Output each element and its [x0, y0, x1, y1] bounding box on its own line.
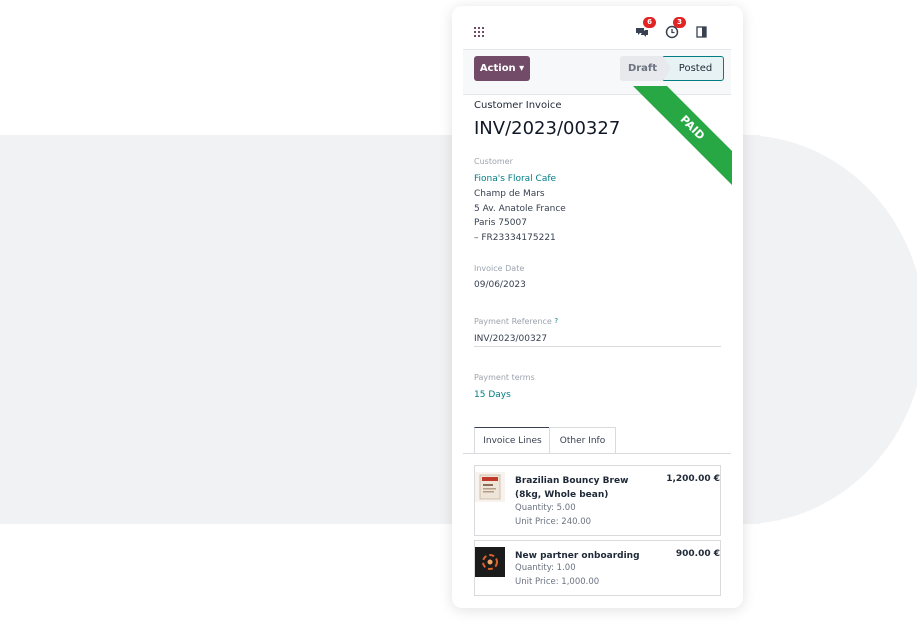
clock-icon[interactable]: 3 [665, 17, 686, 39]
payment-reference-underline [474, 346, 721, 347]
side-panel-icon[interactable] [695, 24, 709, 38]
paid-ribbon: PAID [632, 86, 732, 186]
navbar: 6 3 [452, 6, 743, 50]
status-posted[interactable]: Posted [663, 56, 724, 81]
invoice-type: Customer Invoice [474, 100, 562, 111]
tab-other-info[interactable]: Other Info [549, 427, 616, 453]
help-icon[interactable]: ? [554, 317, 558, 325]
payment-terms-label: Payment terms [474, 373, 535, 382]
chat-badge: 6 [643, 17, 656, 28]
mobile-frame: 6 3 Action ▾ Draft Posted PAID Customer … [452, 6, 743, 608]
payment-reference-label: Payment Reference ? [474, 317, 558, 326]
product-image [475, 472, 505, 502]
line-product-name: New partner onboarding [515, 551, 640, 561]
status-arrow-icon [663, 56, 671, 81]
onboarding-icon [482, 554, 498, 570]
paid-ribbon-container: PAID [632, 86, 732, 186]
payment-terms-value[interactable]: 15 Days [474, 388, 511, 403]
activity-badge: 3 [673, 17, 686, 28]
line-unit-price: Unit Price: 1,000.00 [515, 577, 600, 587]
action-button[interactable]: Action ▾ [474, 56, 530, 81]
address-line: Paris 75007 [474, 218, 527, 228]
chat-icon[interactable]: 6 [635, 17, 656, 38]
coffee-bag-icon [479, 474, 501, 500]
invoice-date-value[interactable]: 09/06/2023 [474, 278, 526, 293]
line-price: 900.00 € [675, 549, 720, 559]
tab-invoice-lines[interactable]: Invoice Lines [474, 427, 551, 453]
line-product-name: Brazilian Bouncy Brew (8kg, Whole bean) [515, 476, 629, 500]
customer-label: Customer [474, 157, 513, 166]
invoice-line-card[interactable]: New partner onboarding 900.00 € Quantity… [474, 540, 721, 596]
address-line: 5 Av. Anatole France [474, 203, 566, 214]
payment-reference-input[interactable]: INV/2023/00327 [474, 332, 547, 347]
form-tabs: Invoice Lines Other Info [463, 427, 731, 454]
status-posted-label: Posted [678, 63, 713, 74]
line-unit-price: Unit Price: 240.00 [515, 517, 592, 527]
address-line: – FR23334175221 [474, 232, 556, 243]
invoice-line-card[interactable]: Brazilian Bouncy Brew (8kg, Whole bean) … [474, 465, 721, 536]
customer-name[interactable]: Fiona's Floral Cafe [474, 172, 556, 187]
line-price: 1,200.00 € [666, 474, 720, 484]
product-image [475, 547, 505, 577]
line-quantity: Quantity: 5.00 [515, 503, 576, 513]
line-quantity: Quantity: 1.00 [515, 563, 576, 573]
payment-reference-label-text: Payment Reference [474, 317, 552, 326]
address-line: Champ de Mars [474, 189, 545, 199]
invoice-number: INV/2023/00327 [474, 118, 621, 139]
apps-grid-icon[interactable] [474, 27, 484, 37]
invoice-date-label: Invoice Date [474, 264, 525, 273]
status-draft[interactable]: Draft [620, 56, 665, 81]
